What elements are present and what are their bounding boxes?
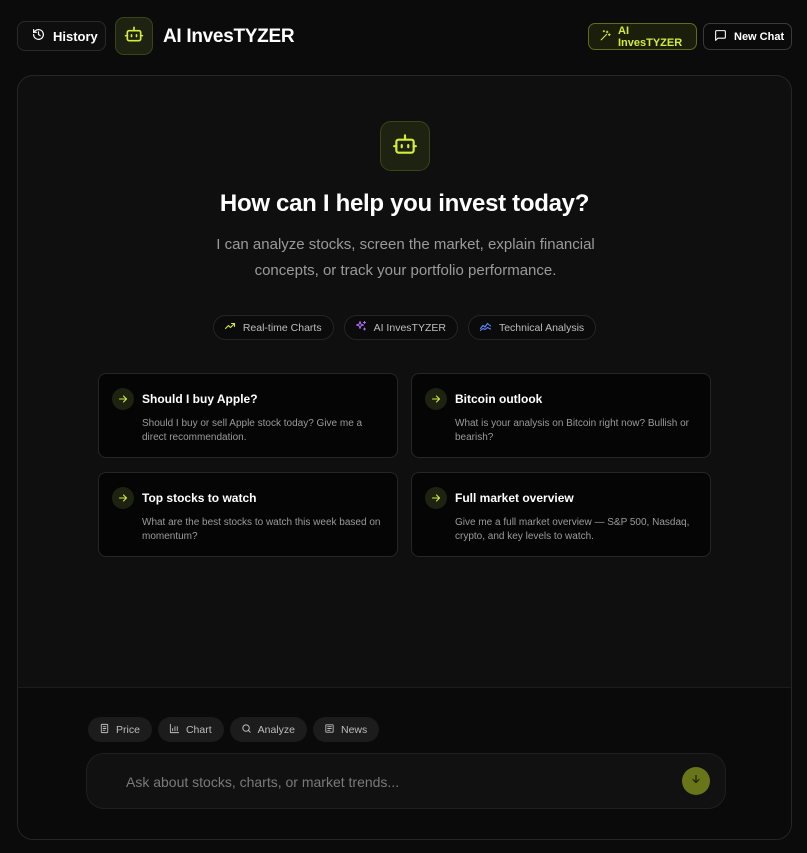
feature-pill: Technical Analysis xyxy=(467,315,597,340)
feature-pills: Real-time Charts AI InvesTYZER Technical… xyxy=(18,315,791,340)
chat-panel: How can I help you invest today? I can a… xyxy=(17,75,792,840)
suggestion-title: Bitcoin outlook xyxy=(455,392,543,406)
suggestion-description: Should I buy or sell Apple stock today? … xyxy=(142,418,363,443)
sparkle-icon xyxy=(599,29,612,45)
chat-input[interactable] xyxy=(126,771,666,793)
suggestion-title: Should I buy Apple? xyxy=(142,392,258,406)
new-chat-label: New Chat xyxy=(734,30,785,43)
hero-logo xyxy=(380,121,430,171)
arrow-down-icon xyxy=(690,772,702,790)
feature-pill: Real-time Charts xyxy=(212,315,334,340)
activity-icon xyxy=(479,320,492,335)
search-icon xyxy=(241,723,252,737)
quick-action-analyze[interactable]: Analyze xyxy=(229,717,307,742)
feature-pill: AI InvesTYZER xyxy=(343,315,458,340)
history-icon xyxy=(32,28,45,44)
quick-action-chart[interactable]: Chart xyxy=(157,717,224,742)
sparkle-icon xyxy=(355,320,367,335)
top-bar: History AI InvesTYZER AI InvesTYZER New … xyxy=(0,0,807,72)
suggestion-description: What is your analysis on Bitcoin right n… xyxy=(455,418,689,443)
suggestion-card[interactable]: Bitcoin outlook What is your analysis on… xyxy=(411,373,711,458)
logo xyxy=(115,17,153,55)
quick-action-price[interactable]: Price xyxy=(88,717,152,742)
suggestion-card[interactable]: Should I buy Apple? Should I buy or sell… xyxy=(98,373,398,458)
quick-action-label: Chart xyxy=(185,723,212,736)
history-button[interactable]: History xyxy=(17,21,106,51)
chat-composer xyxy=(86,753,726,809)
feature-label: AI InvesTYZER xyxy=(373,321,446,334)
suggestion-description: Give me a full market overview — S&P 500… xyxy=(455,517,690,542)
quick-action-label: Analyze xyxy=(257,723,295,736)
robot-icon xyxy=(124,24,144,49)
arrow-right-icon xyxy=(425,388,447,410)
feature-label: Real-time Charts xyxy=(242,321,322,334)
trend-up-icon xyxy=(224,320,236,335)
suggestion-title: Top stocks to watch xyxy=(142,491,257,505)
newspaper-icon xyxy=(324,723,335,737)
quick-action-label: Price xyxy=(116,723,140,736)
suggestion-description: What are the best stocks to watch this w… xyxy=(142,517,381,542)
suggestion-title: Full market overview xyxy=(455,491,574,505)
ai-mode-button[interactable]: AI InvesTYZER xyxy=(588,23,697,50)
arrow-right-icon xyxy=(425,487,447,509)
suggestion-card[interactable]: Full market overview Give me a full mark… xyxy=(411,472,711,557)
arrow-right-icon xyxy=(112,388,134,410)
quick-action-news[interactable]: News xyxy=(312,717,380,742)
hero-title: How can I help you invest today? xyxy=(219,190,590,217)
history-label: History xyxy=(53,28,98,44)
ai-mode-label: AI InvesTYZER xyxy=(618,24,683,49)
quick-action-label: News xyxy=(340,723,368,736)
hero-subtitle: I can analyze stocks, screen the market,… xyxy=(216,236,595,279)
new-chat-button[interactable]: New Chat xyxy=(703,23,792,50)
brand-name: AI InvesTYZER xyxy=(163,26,295,47)
feature-label: Technical Analysis xyxy=(498,321,585,334)
robot-icon xyxy=(392,131,418,162)
receipt-icon xyxy=(99,723,110,737)
bar-chart-icon xyxy=(169,723,180,737)
arrow-right-icon xyxy=(112,487,134,509)
suggestion-card[interactable]: Top stocks to watch What are the best st… xyxy=(98,472,398,557)
send-button[interactable] xyxy=(682,767,710,795)
quick-actions: Price Chart Analyze News xyxy=(88,717,380,742)
chat-bubble-icon xyxy=(714,29,727,45)
